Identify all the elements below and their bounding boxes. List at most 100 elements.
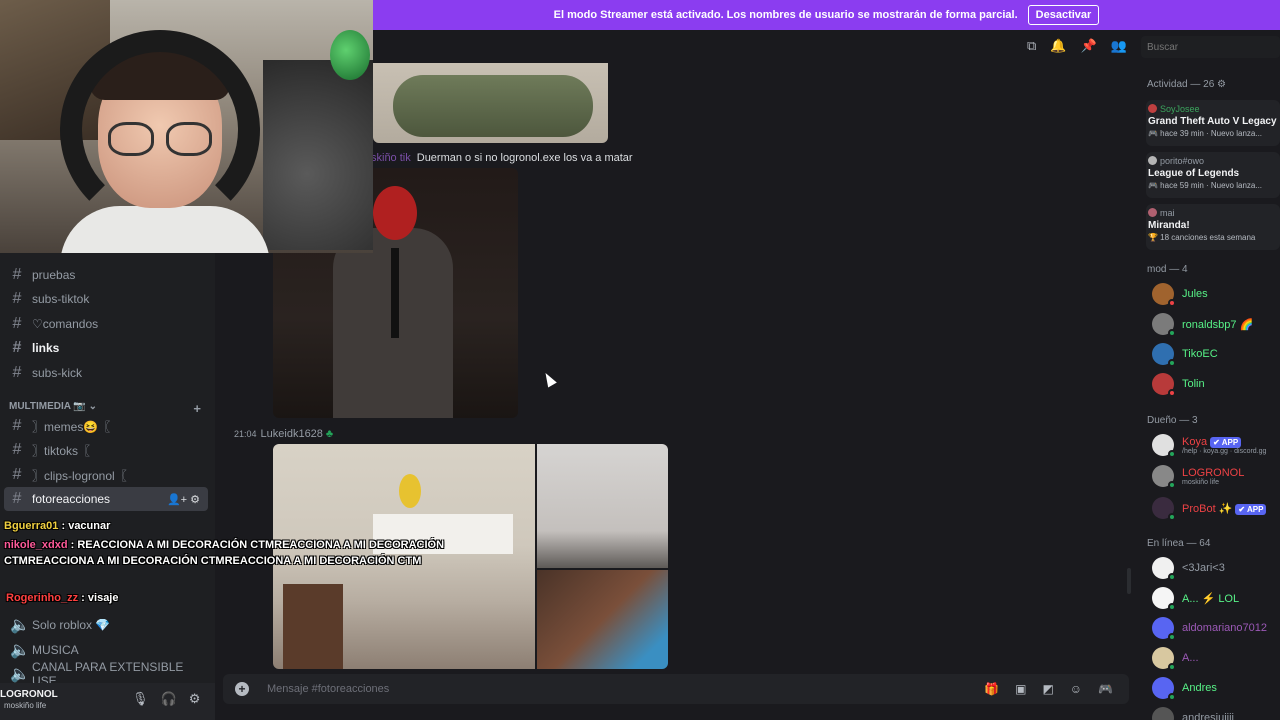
member-jari[interactable]: <3Jari<3 bbox=[1152, 557, 1225, 581]
channel-clips-logronol[interactable]: # 〗clips-logronol〖 bbox=[4, 463, 208, 487]
avatar bbox=[1152, 497, 1176, 521]
overlay-username: Rogerinho_zz bbox=[6, 592, 79, 604]
channel-pruebas[interactable]: # pruebas bbox=[4, 263, 208, 287]
attachment-image-bedroom[interactable] bbox=[537, 570, 668, 669]
channel-label: fotoreacciones bbox=[32, 492, 111, 506]
message-author[interactable]: skiño tik bbox=[371, 152, 411, 164]
channel-settings-icon[interactable]: 👤+ ⚙ bbox=[167, 493, 200, 506]
member-andresjuiiii[interactable]: andresjuiiii bbox=[1152, 707, 1234, 720]
channel-subs-kick[interactable]: # subs-kick bbox=[4, 361, 208, 385]
webcam-balloon bbox=[330, 30, 370, 80]
member-list-icon[interactable]: 👥 bbox=[1111, 38, 1127, 54]
activity-user: mai bbox=[1148, 208, 1280, 218]
avatar bbox=[1152, 677, 1176, 701]
member-koya[interactable]: Koya ✔ APP/help · koya.gg · discord.gg bbox=[1152, 434, 1267, 458]
header-toolbar: ⧉ 🔔 📌 👥 bbox=[1027, 38, 1127, 54]
app-badge: ✔ APP bbox=[1210, 436, 1242, 448]
channel-label: subs-kick bbox=[32, 366, 83, 380]
overlay-text: : vacunar bbox=[58, 520, 111, 532]
member-status: /help · koya.gg · discord.gg bbox=[1182, 447, 1267, 455]
settings-gear-icon[interactable]: ⚙ bbox=[189, 691, 201, 707]
member-tikoec[interactable]: TikoEC bbox=[1152, 343, 1218, 367]
member-jules[interactable]: Jules bbox=[1152, 283, 1208, 307]
member-a-lol[interactable]: A... ⚡ LOL bbox=[1152, 587, 1239, 611]
user-name[interactable]: LOGRONOL bbox=[0, 689, 58, 700]
member-name: TikoEC bbox=[1182, 348, 1218, 360]
threads-icon[interactable]: ⧉ bbox=[1027, 38, 1036, 54]
overlay-text: : visaje bbox=[78, 592, 119, 604]
webcam-overlay bbox=[0, 0, 373, 253]
speaker-icon: 🔈 bbox=[10, 617, 30, 634]
activity-user: porito#owo bbox=[1148, 156, 1280, 166]
channel-label: 〗clips-logronol〖 bbox=[32, 468, 127, 483]
pin-icon[interactable]: 📌 bbox=[1080, 38, 1096, 54]
activity-detail: 🎮 hace 59 min · Nuevo lanza... bbox=[1148, 181, 1263, 190]
attachment-image-bathroom[interactable] bbox=[537, 444, 668, 568]
channel-label: links bbox=[32, 341, 60, 355]
hash-icon: # bbox=[12, 417, 22, 434]
member-a[interactable]: A... bbox=[1152, 647, 1199, 671]
sticker-icon[interactable]: ◩ bbox=[1042, 682, 1053, 696]
member-logronol[interactable]: LOGRONOL moskiño life bbox=[1152, 465, 1245, 489]
voice-channel-musica[interactable]: 🔈 MUSICA bbox=[4, 638, 208, 662]
overlay-text: : REACCIONA A MI DECORACIÓN CTMREACCIONA… bbox=[4, 539, 445, 567]
channel-comandos[interactable]: # ♡comandos bbox=[4, 312, 208, 336]
gif-icon[interactable]: ▣ bbox=[1015, 682, 1026, 696]
activity-card[interactable]: SoyJosee Grand Theft Auto V Legacy 🎮 hac… bbox=[1146, 100, 1280, 146]
member-ronaldsbp7[interactable]: ronaldsbp7 🌈 bbox=[1152, 313, 1253, 337]
streamer-figure bbox=[60, 10, 270, 253]
channel-links[interactable]: # links bbox=[4, 336, 208, 360]
message-timestamp: 21:04 bbox=[234, 429, 257, 439]
member-aldomariano[interactable]: aldomariano7012 bbox=[1152, 617, 1267, 641]
overlay-username: Bguerra01 bbox=[4, 520, 59, 532]
emoji-icon[interactable]: ☺ bbox=[1070, 682, 1082, 696]
channel-label: subs-tiktok bbox=[32, 292, 90, 306]
headphones-icon[interactable]: 🎧 bbox=[161, 691, 177, 707]
message-composer[interactable]: + Mensaje #fotoreacciones 🎁 ▣ ◩ ☺ 🎮 bbox=[223, 674, 1129, 704]
member-probot[interactable]: ProBot ✨ ✔ APP bbox=[1152, 497, 1267, 521]
search-input[interactable] bbox=[1141, 36, 1280, 58]
hash-icon: # bbox=[12, 441, 22, 458]
channel-fotoreacciones[interactable]: # fotoreacciones 👤+ ⚙ bbox=[4, 487, 208, 511]
channel-sidebar: # pruebas # subs-tiktok # ♡comandos # links … bbox=[0, 253, 215, 720]
speaker-icon: 🔈 bbox=[10, 642, 30, 659]
avatar bbox=[1152, 647, 1176, 671]
activity-game: Miranda! bbox=[1148, 220, 1190, 231]
add-attachment-icon[interactable]: + bbox=[235, 682, 249, 696]
channel-memes[interactable]: # 〗memes😆〖 bbox=[4, 414, 208, 438]
controller-shape bbox=[393, 75, 593, 137]
banner-text: El modo Streamer está activado. Los nomb… bbox=[553, 9, 1018, 21]
chat-scrollbar[interactable] bbox=[1127, 568, 1131, 594]
clover-badge-icon: ♣ bbox=[325, 428, 334, 440]
member-andres[interactable]: Andres bbox=[1152, 677, 1217, 701]
member-panel: Actividad — 26 ⚙ SoyJosee Grand Theft Au… bbox=[1140, 64, 1280, 720]
member-name: Jules bbox=[1182, 288, 1208, 300]
notification-bell-icon[interactable]: 🔔 bbox=[1050, 38, 1066, 54]
message-input-placeholder[interactable]: Mensaje #fotoreacciones bbox=[267, 683, 984, 695]
message-author[interactable]: Lukeidk1628 bbox=[261, 428, 323, 440]
activity-card[interactable]: porito#owo League of Legends 🎮 hace 59 m… bbox=[1146, 152, 1280, 198]
overlay-message: Bguerra01 : vacunar bbox=[4, 518, 110, 534]
voice-channel-solo-roblox[interactable]: 🔈 Solo roblox 💎 bbox=[4, 613, 208, 637]
gift-icon[interactable]: 🎁 bbox=[984, 682, 999, 696]
member-tolin[interactable]: Tolin bbox=[1152, 373, 1205, 397]
microphone-icon[interactable]: 🎙 bbox=[132, 691, 149, 707]
member-name: ProBot ✨ bbox=[1182, 502, 1233, 515]
speaker-icon: 🔈 bbox=[10, 666, 30, 683]
headphones bbox=[60, 30, 260, 230]
activity-card[interactable]: mai Miranda! 🏆 18 canciones esta semana bbox=[1146, 204, 1280, 250]
avatar bbox=[1152, 283, 1176, 307]
hash-icon: # bbox=[12, 466, 22, 483]
deactivate-button[interactable]: Desactivar bbox=[1027, 5, 1100, 25]
member-name: LOGRONOL bbox=[1182, 466, 1245, 479]
attachment-image-controller[interactable] bbox=[373, 63, 608, 143]
apps-icon[interactable]: 🎮 bbox=[1098, 682, 1113, 696]
room-flowers bbox=[399, 474, 421, 508]
avatar bbox=[1152, 707, 1174, 720]
member-name: A... bbox=[1182, 652, 1199, 664]
message-text: Duerman o si no logronol.exe los va a ma… bbox=[416, 152, 633, 164]
channel-tiktoks[interactable]: # 〗tiktoks〖 bbox=[4, 438, 208, 462]
channel-subs-tiktok[interactable]: # subs-tiktok bbox=[4, 287, 208, 311]
activity-user-name: SoyJosee bbox=[1160, 104, 1200, 114]
avatar bbox=[1152, 465, 1176, 489]
